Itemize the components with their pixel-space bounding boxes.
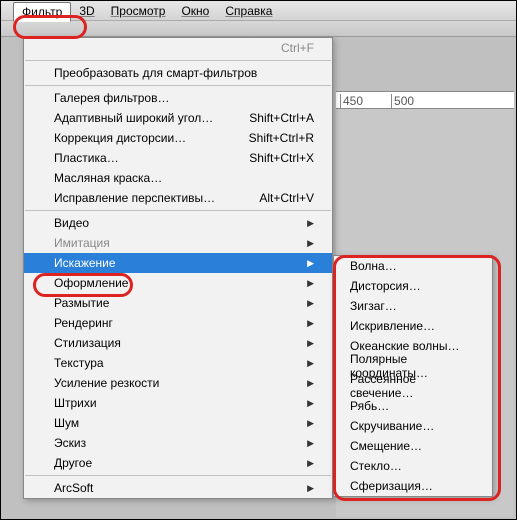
label: Сферизация… xyxy=(350,479,433,493)
submenu-diffuse-glow[interactable]: Рассеянное свечение… xyxy=(334,376,492,396)
label: Искажение xyxy=(54,256,116,270)
shortcut: Alt+Ctrl+V xyxy=(259,191,314,205)
chevron-right-icon: ▶ xyxy=(307,378,314,389)
menu-liquify[interactable]: Пластика… Shift+Ctrl+X xyxy=(24,148,332,168)
chevron-right-icon: ▶ xyxy=(307,218,314,229)
label: Рассеянное свечение… xyxy=(350,372,480,400)
menu-last-filter-shortcut: Ctrl+F xyxy=(281,41,314,55)
label: Эскиз xyxy=(54,436,86,450)
menu-noise[interactable]: Шум ▶ xyxy=(24,413,332,433)
menu-render[interactable]: Рендеринг ▶ xyxy=(24,313,332,333)
menu-window[interactable]: Окно xyxy=(173,2,217,20)
ruler-tick: 500 xyxy=(391,94,414,108)
app-window: Фильтр 3D Просмотр Окно Справка 450 500 … xyxy=(0,0,517,520)
chevron-right-icon: ▶ xyxy=(307,418,314,429)
label: Масляная краска… xyxy=(54,171,162,185)
separator xyxy=(25,85,331,86)
submenu-distortion[interactable]: Дисторсия… xyxy=(334,276,492,296)
label: Имитация xyxy=(54,236,110,250)
options-bar xyxy=(1,21,516,37)
distort-submenu: Волна… Дисторсия… Зигзаг… Искривление… О… xyxy=(333,255,493,497)
chevron-right-icon: ▶ xyxy=(307,483,314,494)
menu-texture[interactable]: Текстура ▶ xyxy=(24,353,332,373)
label: Усиление резкости xyxy=(54,376,159,390)
chevron-right-icon: ▶ xyxy=(307,358,314,369)
menu-stylize[interactable]: Стилизация ▶ xyxy=(24,333,332,353)
label: Преобразовать для смарт-фильтров xyxy=(54,66,257,80)
label: Исправление перспективы… xyxy=(54,191,215,205)
menu-filter[interactable]: Фильтр xyxy=(13,2,71,22)
chevron-right-icon: ▶ xyxy=(307,278,314,289)
label: Дисторсия… xyxy=(350,279,421,293)
menu-video[interactable]: Видео ▶ xyxy=(24,213,332,233)
label: Коррекция дисторсии… xyxy=(54,131,186,145)
menu-imitation[interactable]: Имитация ▶ xyxy=(24,233,332,253)
submenu-shear[interactable]: Искривление… xyxy=(334,316,492,336)
shortcut: Shift+Ctrl+X xyxy=(249,151,314,165)
menu-view[interactable]: Просмотр xyxy=(103,2,174,20)
menu-other[interactable]: Другое ▶ xyxy=(24,453,332,473)
menu-vanishing-point[interactable]: Исправление перспективы… Alt+Ctrl+V xyxy=(24,188,332,208)
label: Океанские волны… xyxy=(350,339,460,353)
ruler-tick: 450 xyxy=(340,94,363,108)
label: Скручивание… xyxy=(350,419,434,433)
label: Искривление… xyxy=(350,319,435,333)
separator xyxy=(25,60,331,61)
label: Смещение… xyxy=(350,439,422,453)
chevron-right-icon: ▶ xyxy=(307,438,314,449)
label: ArcSoft xyxy=(54,481,93,495)
chevron-right-icon: ▶ xyxy=(307,398,314,409)
chevron-right-icon: ▶ xyxy=(307,318,314,329)
shortcut: Shift+Ctrl+A xyxy=(249,111,314,125)
label: Штрихи xyxy=(54,396,97,410)
menu-sketch[interactable]: Эскиз ▶ xyxy=(24,433,332,453)
separator xyxy=(25,475,331,476)
chevron-right-icon: ▶ xyxy=(307,458,314,469)
submenu-spherize[interactable]: Сферизация… xyxy=(334,476,492,496)
menu-lens-correction[interactable]: Коррекция дисторсии… Shift+Ctrl+R xyxy=(24,128,332,148)
label: Волна… xyxy=(350,259,397,273)
chevron-right-icon: ▶ xyxy=(307,338,314,349)
label: Другое xyxy=(54,456,92,470)
label: Видео xyxy=(54,216,89,230)
chevron-right-icon: ▶ xyxy=(307,258,314,269)
submenu-glass[interactable]: Стекло… xyxy=(334,456,492,476)
submenu-twirl[interactable]: Скручивание… xyxy=(334,416,492,436)
menu-bar: Фильтр 3D Просмотр Окно Справка xyxy=(1,1,516,21)
label: Размытие xyxy=(54,296,109,310)
menu-arcsoft[interactable]: ArcSoft ▶ xyxy=(24,478,332,498)
menu-help[interactable]: Справка xyxy=(217,2,280,20)
label: Стилизация xyxy=(54,336,121,350)
submenu-zigzag[interactable]: Зигзаг… xyxy=(334,296,492,316)
label: Зигзаг… xyxy=(350,299,397,313)
chevron-right-icon: ▶ xyxy=(307,238,314,249)
menu-oil-paint[interactable]: Масляная краска… xyxy=(24,168,332,188)
label: Пластика… xyxy=(54,151,119,165)
label: Галерея фильтров… xyxy=(54,91,169,105)
submenu-wave[interactable]: Волна… xyxy=(334,256,492,276)
ruler-horizontal: 450 500 xyxy=(336,91,514,109)
menu-filter-gallery[interactable]: Галерея фильтров… xyxy=(24,88,332,108)
menu-blur[interactable]: Размытие ▶ xyxy=(24,293,332,313)
menu-last-filter: Ctrl+F xyxy=(24,38,332,58)
separator xyxy=(25,210,331,211)
menu-sharpen[interactable]: Усиление резкости ▶ xyxy=(24,373,332,393)
submenu-displace[interactable]: Смещение… xyxy=(334,436,492,456)
menu-convert-smart[interactable]: Преобразовать для смарт-фильтров xyxy=(24,63,332,83)
label: Текстура xyxy=(54,356,104,370)
label: Рябь… xyxy=(350,399,389,413)
label: Стекло… xyxy=(350,459,402,473)
label: Рендеринг xyxy=(54,316,113,330)
filter-dropdown: Ctrl+F Преобразовать для смарт-фильтров … xyxy=(23,37,333,499)
menu-3d[interactable]: 3D xyxy=(71,2,102,20)
label: Оформление xyxy=(54,276,128,290)
menu-adaptive-wide[interactable]: Адаптивный широкий угол… Shift+Ctrl+A xyxy=(24,108,332,128)
menu-distort[interactable]: Искажение ▶ xyxy=(24,253,332,273)
label: Адаптивный широкий угол… xyxy=(54,111,213,125)
menu-strokes[interactable]: Штрихи ▶ xyxy=(24,393,332,413)
label: Шум xyxy=(54,416,79,430)
menu-pixelate[interactable]: Оформление ▶ xyxy=(24,273,332,293)
chevron-right-icon: ▶ xyxy=(307,298,314,309)
shortcut: Shift+Ctrl+R xyxy=(249,131,314,145)
